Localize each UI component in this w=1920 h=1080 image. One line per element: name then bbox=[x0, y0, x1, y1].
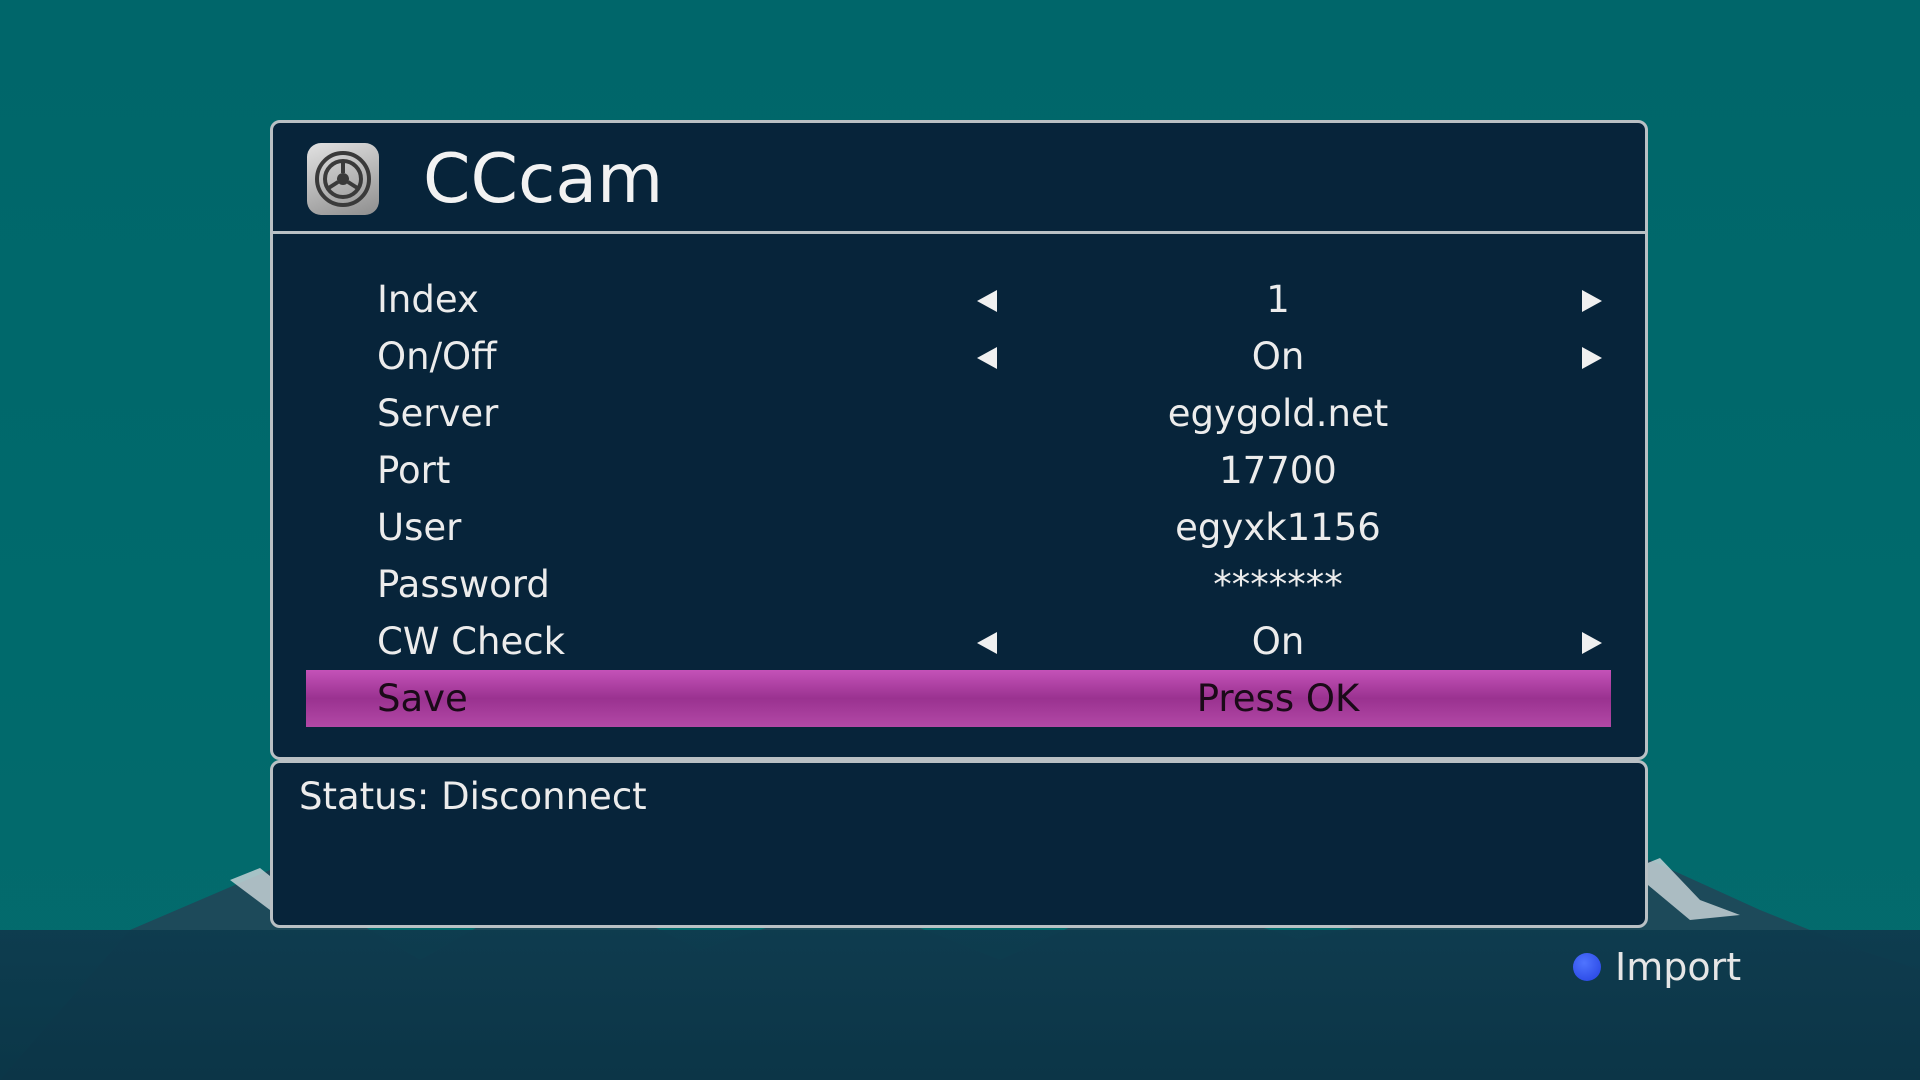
settings-list: Index 1 On/Off On Server egygold.net Por… bbox=[273, 271, 1645, 727]
row-password[interactable]: Password ******* bbox=[273, 556, 1645, 613]
row-label: Port bbox=[377, 449, 451, 492]
arrow-left-icon[interactable] bbox=[977, 347, 997, 369]
blue-key-icon bbox=[1573, 953, 1601, 981]
arrow-right-icon[interactable] bbox=[1582, 290, 1602, 312]
row-label: Password bbox=[377, 563, 550, 606]
arrow-right-icon[interactable] bbox=[1582, 632, 1602, 654]
page-title: CCcam bbox=[423, 140, 664, 219]
import-label: Import bbox=[1615, 945, 1742, 989]
row-server[interactable]: Server egygold.net bbox=[273, 385, 1645, 442]
row-cw-check[interactable]: CW Check On bbox=[273, 613, 1645, 670]
status-box: Status: Disconnect bbox=[270, 760, 1648, 928]
row-value: 17700 bbox=[1219, 449, 1337, 492]
row-value: egyxk1156 bbox=[1175, 506, 1381, 549]
row-value: Press OK bbox=[1196, 677, 1360, 720]
row-value: On bbox=[1251, 620, 1305, 663]
arrow-right-icon[interactable] bbox=[1582, 347, 1602, 369]
row-label: On/Off bbox=[377, 335, 497, 378]
row-user[interactable]: User egyxk1156 bbox=[273, 499, 1645, 556]
row-label: CW Check bbox=[377, 620, 565, 663]
panel-header: CCcam bbox=[273, 123, 1645, 234]
row-port[interactable]: Port 17700 bbox=[273, 442, 1645, 499]
settings-gear-icon bbox=[307, 143, 379, 215]
row-value: egygold.net bbox=[1167, 392, 1389, 435]
row-label: Index bbox=[377, 278, 479, 321]
row-label: User bbox=[377, 506, 462, 549]
cccam-settings-panel: CCcam Index 1 On/Off On Server egygold.n… bbox=[270, 120, 1648, 760]
row-on-off[interactable]: On/Off On bbox=[273, 328, 1645, 385]
row-save[interactable]: Save Press OK bbox=[306, 670, 1611, 727]
row-label: Server bbox=[377, 392, 499, 435]
import-hint[interactable]: Import bbox=[1573, 942, 1741, 992]
arrow-left-icon[interactable] bbox=[977, 632, 997, 654]
row-value: ******* bbox=[1213, 563, 1343, 606]
row-index[interactable]: Index 1 bbox=[273, 271, 1645, 328]
status-text: Status: Disconnect bbox=[299, 775, 647, 818]
row-value: On bbox=[1251, 335, 1305, 378]
row-value: 1 bbox=[1266, 278, 1290, 321]
arrow-left-icon[interactable] bbox=[977, 290, 997, 312]
row-label: Save bbox=[377, 677, 468, 720]
